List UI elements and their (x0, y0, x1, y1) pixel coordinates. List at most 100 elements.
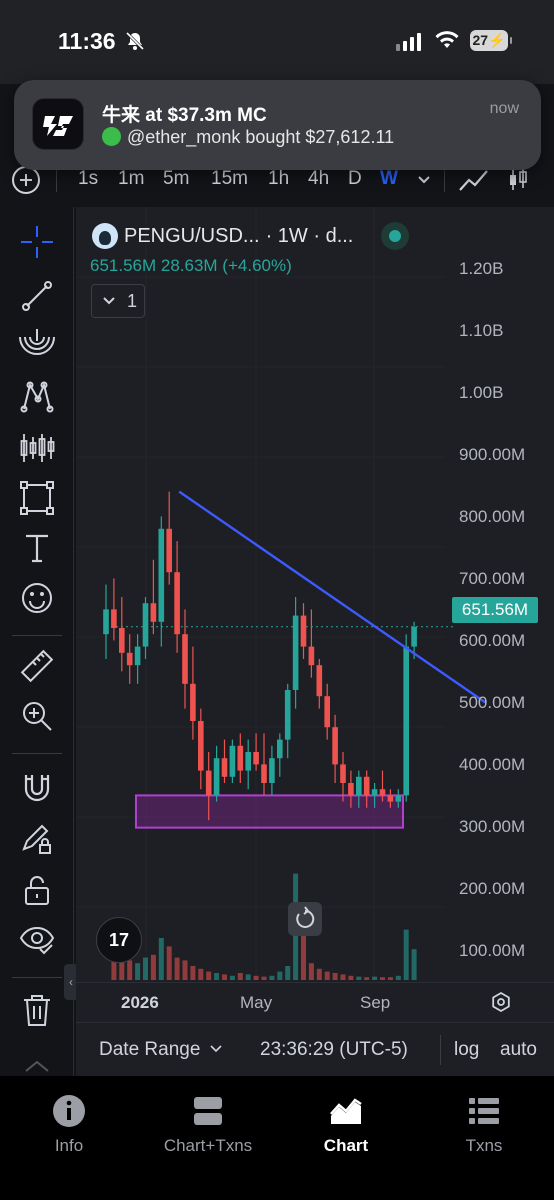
list-icon (469, 1098, 499, 1124)
volume-bar (356, 976, 362, 980)
timeframe-15m[interactable]: 15m (211, 168, 248, 190)
volume-bar (308, 963, 314, 980)
toolbar-divider (12, 635, 62, 636)
volume-bar (253, 975, 259, 980)
time-label: Sep (360, 993, 391, 1012)
drawing-toolbar (0, 207, 74, 1077)
pengu-logo-icon (92, 223, 118, 249)
add-symbol-icon[interactable] (12, 166, 40, 194)
price-label: 900.00M (459, 445, 526, 464)
trash-icon[interactable] (18, 991, 56, 1029)
tab-chart-txns[interactable]: Chart+Txns (148, 1094, 268, 1156)
green-circle-icon (102, 127, 121, 146)
price-label: 800.00M (459, 507, 526, 526)
chevron-down-icon[interactable] (417, 172, 431, 190)
volume-bar (127, 960, 133, 980)
timeframe-1s[interactable]: 1s (78, 168, 98, 190)
chevron-up-icon[interactable] (18, 1055, 56, 1075)
forecast-icon[interactable] (18, 429, 56, 467)
volume-bar (277, 971, 283, 980)
battery-indicator: 27⚡ (470, 30, 512, 51)
log-scale-toggle[interactable]: log (454, 1039, 479, 1061)
crosshair-icon[interactable] (18, 223, 56, 261)
price-label: 1.00B (459, 383, 504, 402)
timeframe-1h[interactable]: 1h (268, 168, 289, 190)
tradingview-logo[interactable]: 17 (96, 917, 142, 963)
volume-bar (316, 968, 322, 980)
candle-body (103, 609, 109, 635)
rectangle-icon[interactable] (18, 479, 56, 517)
info-icon (53, 1095, 85, 1127)
candle-body (395, 795, 402, 802)
candle-body (111, 609, 117, 628)
symbol-legend[interactable]: PENGU/USD... · 1W · d... (92, 222, 410, 250)
volume-bar (332, 973, 338, 980)
candle-body (253, 752, 259, 765)
cellular-signal-icon (396, 33, 421, 51)
indicators-toggle[interactable]: 1 (91, 284, 145, 318)
candle-body (174, 572, 180, 635)
volume-bar (245, 974, 251, 980)
bell-muted-icon (124, 30, 146, 57)
candle-body (300, 615, 307, 647)
candle-body (356, 776, 362, 796)
volume-bar (174, 957, 180, 980)
volume-bar (372, 976, 378, 980)
auto-scale-toggle[interactable]: auto (500, 1039, 537, 1061)
timeframe-4h[interactable]: 4h (308, 168, 329, 190)
tab-info[interactable]: Info (9, 1094, 129, 1156)
pattern-icon[interactable] (18, 377, 56, 415)
candle-body (371, 789, 378, 796)
last-price-tag: 651.56M (452, 597, 538, 623)
ohlc-values: 651.56M 28.63M (+4.60%) (90, 256, 292, 275)
timeframe-5m[interactable]: 5m (163, 168, 189, 190)
price-label: 1.20B (459, 259, 504, 278)
volume-bar (198, 968, 204, 980)
line-chart-icon[interactable] (458, 166, 490, 199)
candlestick-type-icon[interactable] (508, 166, 528, 199)
bottom-controls: Date Range 23:36:29 (UTC-5) log auto (76, 1022, 554, 1076)
fib-icon[interactable] (18, 325, 56, 363)
emoji-icon[interactable] (18, 579, 56, 617)
notification-time: now (489, 100, 519, 117)
candle-body (387, 795, 394, 802)
time-axis[interactable]: 2026 May Sep (76, 982, 554, 1022)
eye-icon[interactable] (18, 919, 56, 957)
price-label: 300.00M (459, 817, 526, 836)
candle-body (126, 652, 133, 666)
candle-body (166, 528, 172, 573)
timeframe-1m[interactable]: 1m (118, 168, 144, 190)
tab-chart[interactable]: Chart (286, 1094, 406, 1156)
symbol-name: PENGU/USD... (124, 224, 260, 247)
price-label: 700.00M (459, 569, 526, 588)
reset-chart-button[interactable] (288, 902, 322, 936)
chart-clock[interactable]: 23:36:29 (UTC-5) (260, 1039, 408, 1061)
zoom-in-icon[interactable] (18, 697, 56, 735)
unlock-icon[interactable] (18, 871, 56, 909)
date-range-button[interactable]: Date Range (99, 1039, 222, 1061)
volume-bar (214, 973, 220, 980)
timeframe-w[interactable]: W (380, 168, 398, 190)
volume-bar (206, 971, 212, 980)
magnet-icon[interactable] (18, 767, 56, 805)
text-icon[interactable] (18, 529, 56, 567)
chart-settings-icon[interactable] (490, 991, 512, 1018)
ruler-icon[interactable] (18, 647, 56, 685)
lock-drawing-icon[interactable] (18, 819, 56, 857)
volume-bar (364, 977, 370, 980)
candle-body (158, 528, 165, 622)
chevron-down-icon (103, 297, 115, 305)
timeframe-d[interactable]: D (348, 168, 362, 190)
volume-bar (395, 975, 401, 980)
volume-bar (237, 973, 243, 980)
volume-bar (269, 975, 275, 980)
push-notification[interactable]: 牛来 at $37.3m MC @ether_monk bought $27,6… (14, 80, 541, 170)
tab-txns[interactable]: Txns (424, 1094, 544, 1156)
volume-bar (229, 975, 235, 980)
trend-line-icon[interactable] (18, 277, 56, 315)
chevron-down-icon (210, 1045, 222, 1053)
toolbar-divider (444, 168, 445, 192)
status-time: 11:36 (58, 28, 116, 54)
wifi-icon (434, 30, 460, 55)
volume-bar (340, 974, 346, 980)
